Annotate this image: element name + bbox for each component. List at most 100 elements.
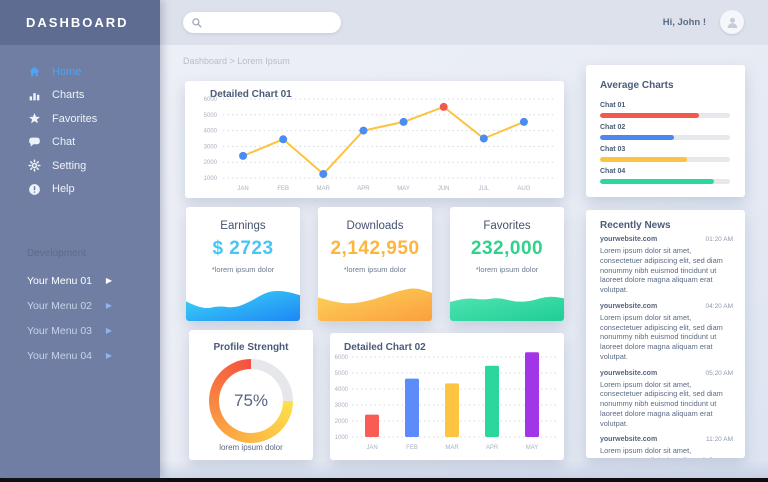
progress-fill: [600, 157, 687, 162]
svg-text:6000: 6000: [204, 97, 218, 103]
sidebar-item-setting[interactable]: Setting: [0, 154, 160, 178]
news-item: yourwebsite.com04:20 AMLorem ipsum dolor…: [600, 303, 733, 362]
average-charts-card: Average Charts Chat 01Chat 02Chat 03Chat…: [586, 65, 745, 197]
gear-icon: [27, 159, 41, 173]
sidebar-item-label: Favorites: [52, 113, 97, 125]
sidebar-submenu-4[interactable]: Your Menu 04 ▶: [0, 343, 160, 368]
svg-text:MAY: MAY: [526, 445, 539, 451]
svg-text:5000: 5000: [204, 113, 218, 119]
svg-text:APR: APR: [357, 186, 370, 192]
search-input[interactable]: [209, 18, 333, 28]
stat-note: *lorem ipsum dolor: [318, 265, 432, 274]
stat-title: Earnings: [186, 220, 300, 232]
submenu-label: Your Menu 04: [27, 350, 92, 362]
svg-text:1000: 1000: [335, 435, 349, 441]
stat-title: Downloads: [318, 220, 432, 232]
progress-track: [600, 179, 730, 184]
sidebar-item-home[interactable]: Home: [0, 60, 160, 84]
svg-text:JAN: JAN: [237, 186, 248, 192]
sidebar-submenu-2[interactable]: Your Menu 02 ▶: [0, 293, 160, 318]
sidebar-item-help[interactable]: Help: [0, 178, 160, 202]
sidebar-item-label: Chat: [52, 136, 75, 148]
sidebar-submenus: Your Menu 01▶Your Menu 02▶Your Menu 03▶Y…: [0, 268, 160, 368]
submenu-label: Your Menu 02: [27, 300, 92, 312]
progress-track: [600, 135, 730, 140]
stat-card-downloads: Downloads 2,142,950 *lorem ipsum dolor: [318, 207, 432, 321]
app-logo: DASHBOARD: [0, 0, 160, 45]
svg-text:2000: 2000: [204, 160, 218, 166]
sidebar-item-chat[interactable]: Chat: [0, 131, 160, 155]
progress-fill: [600, 179, 714, 184]
stat-value: $ 2723: [186, 238, 300, 260]
card-title: Average Charts: [600, 80, 674, 91]
svg-text:JUN: JUN: [438, 186, 450, 192]
chevron-right-icon: ▶: [106, 326, 112, 335]
sparkline-area-chart: [450, 281, 564, 321]
chevron-right-icon: ▶: [106, 351, 112, 360]
stat-value: 2,142,950: [318, 238, 432, 260]
bar-chart: 600050004000300020001000JANFEBMARAPRMAY: [330, 333, 564, 460]
topbar: Hi, John !: [160, 0, 768, 45]
progress-row: Chat 01: [600, 102, 730, 118]
svg-text:FEB: FEB: [406, 445, 418, 451]
progress-fill: [600, 113, 699, 118]
search-bar[interactable]: [183, 12, 341, 33]
svg-text:AUG: AUG: [517, 186, 530, 192]
submenu-label: Your Menu 01: [27, 275, 92, 287]
stat-note: *lorem ipsum dolor: [186, 265, 300, 274]
progress-label: Chat 01: [600, 102, 730, 109]
progress-track: [600, 113, 730, 118]
card-title: Profile Strenght: [189, 342, 313, 353]
user-greeting: Hi, John !: [663, 17, 706, 28]
user-icon: [725, 15, 740, 30]
news-body: Lorem ipsum dolor sit amet, consectetuer…: [600, 446, 733, 458]
stat-card-favorites: Favorites232,000*lorem ipsum dolor: [450, 207, 564, 321]
home-icon: [27, 65, 41, 79]
news-item: yourwebsite.com 05:20 AM Lorem ipsum dolor…: [600, 370, 733, 429]
sidebar-submenu-3[interactable]: Your Menu 03▶: [0, 318, 160, 343]
search-icon: [191, 17, 203, 29]
profile-caption: lorem ipsum dolor: [189, 443, 313, 452]
avatar[interactable]: [720, 10, 744, 34]
svg-text:MAY: MAY: [397, 186, 410, 192]
news-list: yourwebsite.com01:20 AMLorem ipsum dolor…: [600, 236, 733, 458]
news-item: yourwebsite.com11:20 AM Lorem ipsum dolor…: [600, 436, 733, 458]
sidebar-nav: Home Charts Favorites Chat Setting Help: [0, 60, 160, 201]
chevron-right-icon: ▶: [106, 276, 112, 285]
news-source-link[interactable]: yourwebsite.com: [600, 236, 657, 243]
sidebar-item-favorites[interactable]: Favorites: [0, 107, 160, 131]
svg-text:3000: 3000: [204, 144, 218, 150]
sidebar-item-label: Home: [52, 66, 81, 78]
svg-text:FEB: FEB: [277, 186, 289, 192]
svg-text:JUL: JUL: [478, 186, 489, 192]
progress-label: Chat 03: [600, 146, 730, 153]
news-source-link[interactable]: yourwebsite.com: [600, 436, 657, 443]
window-bottom-edge: [0, 478, 768, 482]
news-source-link[interactable]: yourwebsite.com: [600, 370, 657, 377]
svg-text:JAN: JAN: [366, 445, 377, 451]
sidebar-item-label: Setting: [52, 160, 86, 172]
sidebar-item-label: Charts: [52, 89, 84, 101]
news-item-header: yourwebsite.com11:20 AM: [600, 436, 733, 443]
sidebar-item-charts[interactable]: Charts: [0, 84, 160, 108]
app-title: DASHBOARD: [26, 15, 129, 30]
profile-strength-card: Profile Strenght 75% lorem ipsum dolor: [189, 330, 313, 460]
news-item: yourwebsite.com01:20 AMLorem ipsum dolor…: [600, 236, 733, 295]
progress-track: [600, 157, 730, 162]
donut-chart: 75%: [209, 359, 293, 443]
sparkline-area-chart: [318, 281, 432, 321]
news-timestamp: 05:20 AM: [706, 370, 733, 377]
chevron-right-icon: ▶: [106, 301, 112, 310]
svg-text:2000: 2000: [335, 419, 349, 425]
card-title: Recently News: [600, 220, 671, 231]
sparkline-area-chart: [186, 281, 300, 321]
news-body: Lorem ipsum dolor sit amet, consectetuer…: [600, 246, 733, 295]
progress-label: Chat 02: [600, 124, 730, 131]
stat-note: *lorem ipsum dolor: [450, 265, 564, 274]
news-body: Lorem ipsum dolor sit amet, consectetuer…: [600, 380, 733, 429]
svg-text:5000: 5000: [335, 371, 349, 377]
svg-text:APR: APR: [486, 445, 499, 451]
news-item-header: yourwebsite.com04:20 AM: [600, 303, 733, 310]
news-source-link[interactable]: yourwebsite.com: [600, 303, 657, 310]
sidebar-submenu-1[interactable]: Your Menu 01 ▶: [0, 268, 160, 293]
